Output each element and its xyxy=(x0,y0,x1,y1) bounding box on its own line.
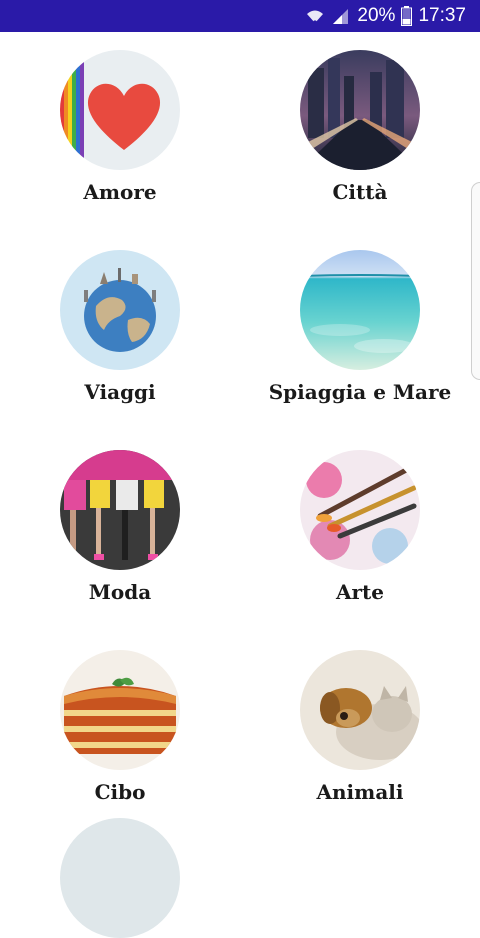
beach-sea-image xyxy=(300,250,420,370)
status-bar: 20% 17:37 xyxy=(0,0,480,32)
edge-panel-handle[interactable] xyxy=(471,182,480,380)
heart-rainbow-icon xyxy=(60,50,180,170)
category-label: Viaggi xyxy=(84,380,156,404)
category-amore[interactable]: Amore xyxy=(20,32,220,212)
clock: 17:37 xyxy=(418,5,466,26)
category-arte[interactable]: Arte xyxy=(260,432,460,612)
category-viaggi[interactable]: Viaggi xyxy=(20,232,220,412)
category-citta[interactable]: Città xyxy=(260,32,460,212)
lasagna-image xyxy=(60,650,180,770)
battery-percentage: 20% xyxy=(357,5,396,26)
status-icons: 20% 17:37 xyxy=(305,0,466,32)
category-moda[interactable]: Moda xyxy=(20,432,220,612)
category-label: Arte xyxy=(335,580,385,604)
category-spiaggia-e-mare[interactable]: Spiaggia e Mare xyxy=(260,232,460,412)
category-grid: Amore Città Viaggi Spiaggia e Mare Moda … xyxy=(0,32,480,938)
globe-landmarks-image xyxy=(60,250,180,370)
category-label: Spiaggia e Mare xyxy=(268,380,452,404)
paintbrushes-image xyxy=(300,450,420,570)
category-label: Cibo xyxy=(94,780,146,804)
fashion-models-image xyxy=(60,450,180,570)
city-night-image xyxy=(300,50,420,170)
battery-icon xyxy=(401,6,413,26)
category-label: Moda xyxy=(88,580,152,604)
signal-icon xyxy=(331,7,349,25)
category-label: Amore xyxy=(83,180,157,204)
category-animali[interactable]: Animali xyxy=(260,632,460,812)
category-label: Animali xyxy=(316,780,404,804)
partial-category-thumbnail[interactable] xyxy=(60,818,180,938)
category-label: Città xyxy=(332,180,388,204)
category-cibo[interactable]: Cibo xyxy=(20,632,220,812)
wifi-icon xyxy=(305,7,325,25)
puppy-kitten-image xyxy=(300,650,420,770)
